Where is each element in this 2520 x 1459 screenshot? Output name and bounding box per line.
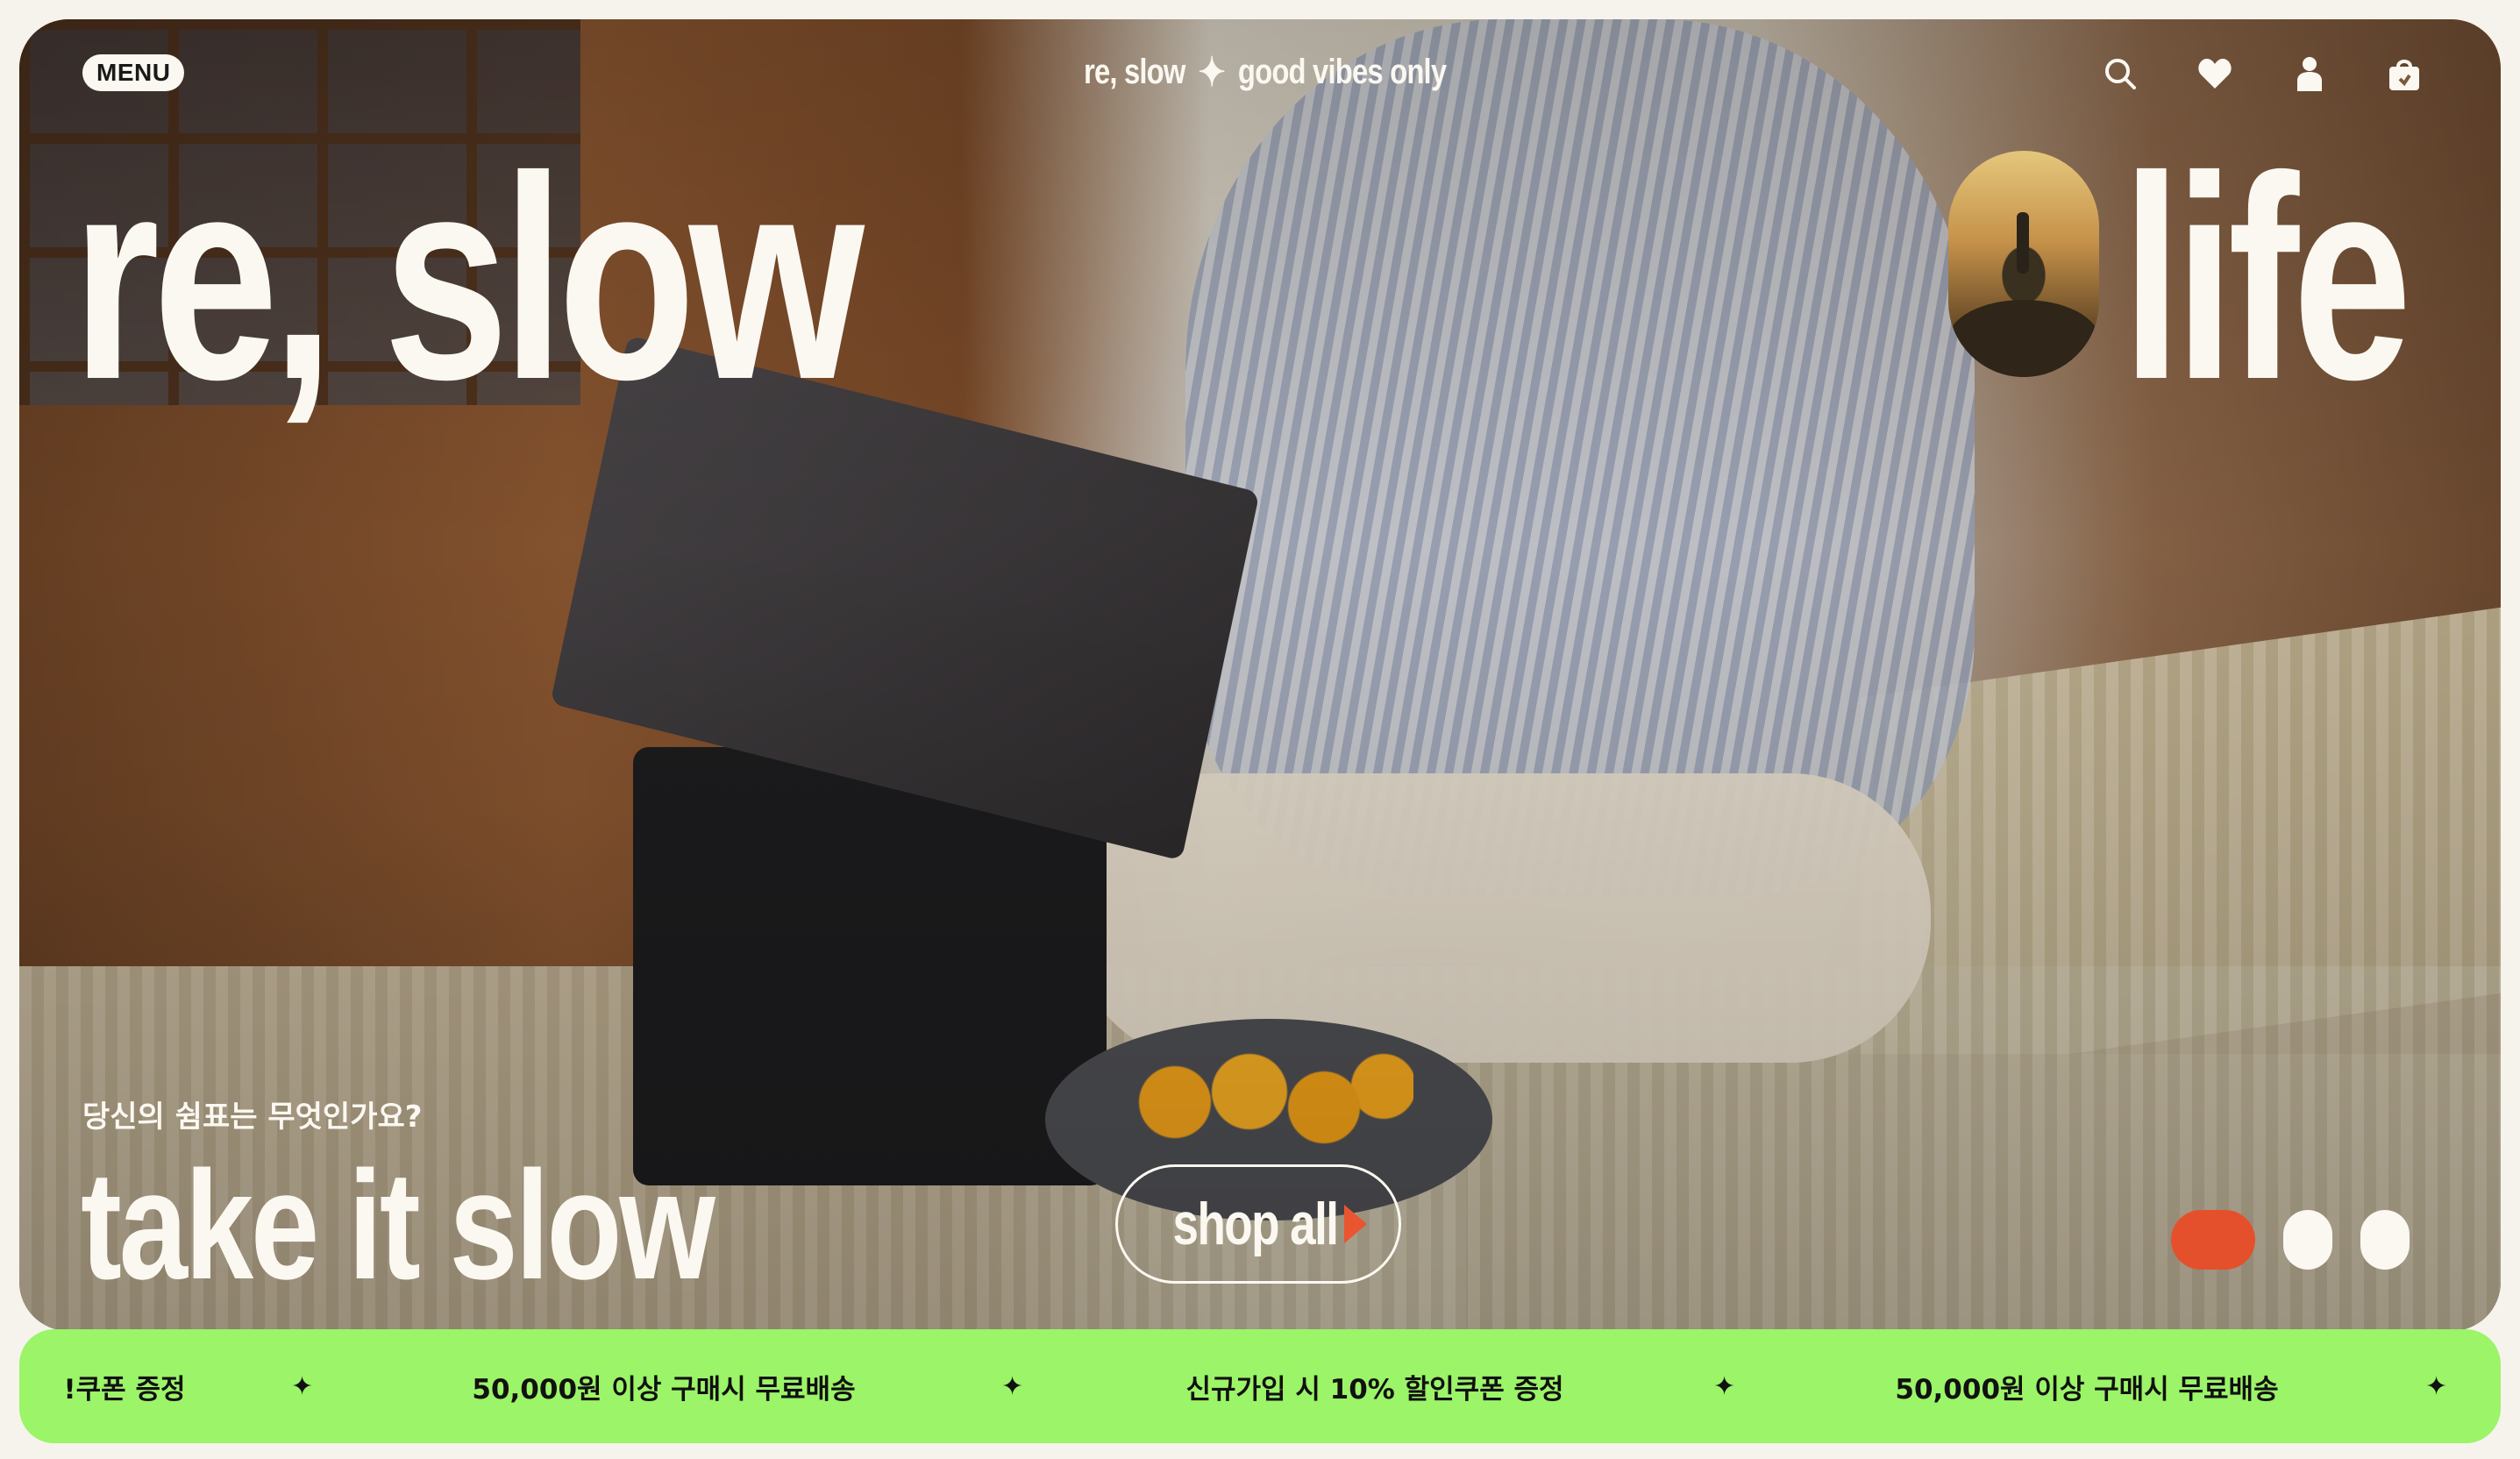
tagline-left: re, slow [1084,52,1185,91]
ticker-item: 신규가입 시 10% 할인쿠폰 증정 [1185,1373,1564,1406]
star-icon: ✦ [1001,1370,1024,1402]
star-icon: ✦ [1713,1370,1736,1402]
pill-image-figure [2017,212,2029,274]
slide-pagination [2171,1210,2410,1270]
tagline-right: good vibes only [1237,52,1447,91]
menu-button[interactable]: MENU [82,54,185,91]
hero-slogan: take it slow [81,1140,715,1312]
ticker-item: 50,000원 이상 구매시 무료배송 [1895,1373,2279,1406]
promo-ticker: !쿠폰 증정 ✦ 50,000원 이상 구매시 무료배송 ✦ 신규가입 시 10… [19,1329,2501,1443]
shop-all-label: shop all [1172,1191,1338,1257]
star-icon: ✦ [2425,1370,2448,1402]
hero-question: 당신의 쉼표는 무엇인가요? [82,1100,423,1135]
star-icon: ✦ [1198,49,1226,95]
shopping-bag-icon[interactable] [2380,49,2429,98]
heart-icon[interactable] [2190,49,2239,98]
search-icon[interactable] [2096,49,2145,98]
hero-pill-image [1948,151,2099,377]
header-icons [2096,49,2429,98]
hero-headline-left: re, slow [72,116,865,439]
ticker-item: 50,000원 이상 구매시 무료배송 [472,1373,856,1406]
site-tagline[interactable]: re, slow ✦ good vibes only [1084,46,1447,98]
play-arrow-icon [1344,1205,1368,1243]
pill-image-rock [1948,300,2099,377]
slide-dot-2[interactable] [2283,1210,2332,1270]
ticker-track: !쿠폰 증정 ✦ 50,000원 이상 구매시 무료배송 ✦ 신규가입 시 10… [19,1329,2460,1443]
slide-dot-1[interactable] [2171,1210,2255,1270]
hero-headline-right: life [2122,116,2412,439]
user-icon[interactable] [2285,49,2334,98]
star-icon: ✦ [291,1370,314,1402]
shop-all-button[interactable]: shop all [1115,1164,1401,1284]
slide-dot-3[interactable] [2360,1210,2410,1270]
ticker-item: !쿠폰 증정 [63,1373,186,1406]
